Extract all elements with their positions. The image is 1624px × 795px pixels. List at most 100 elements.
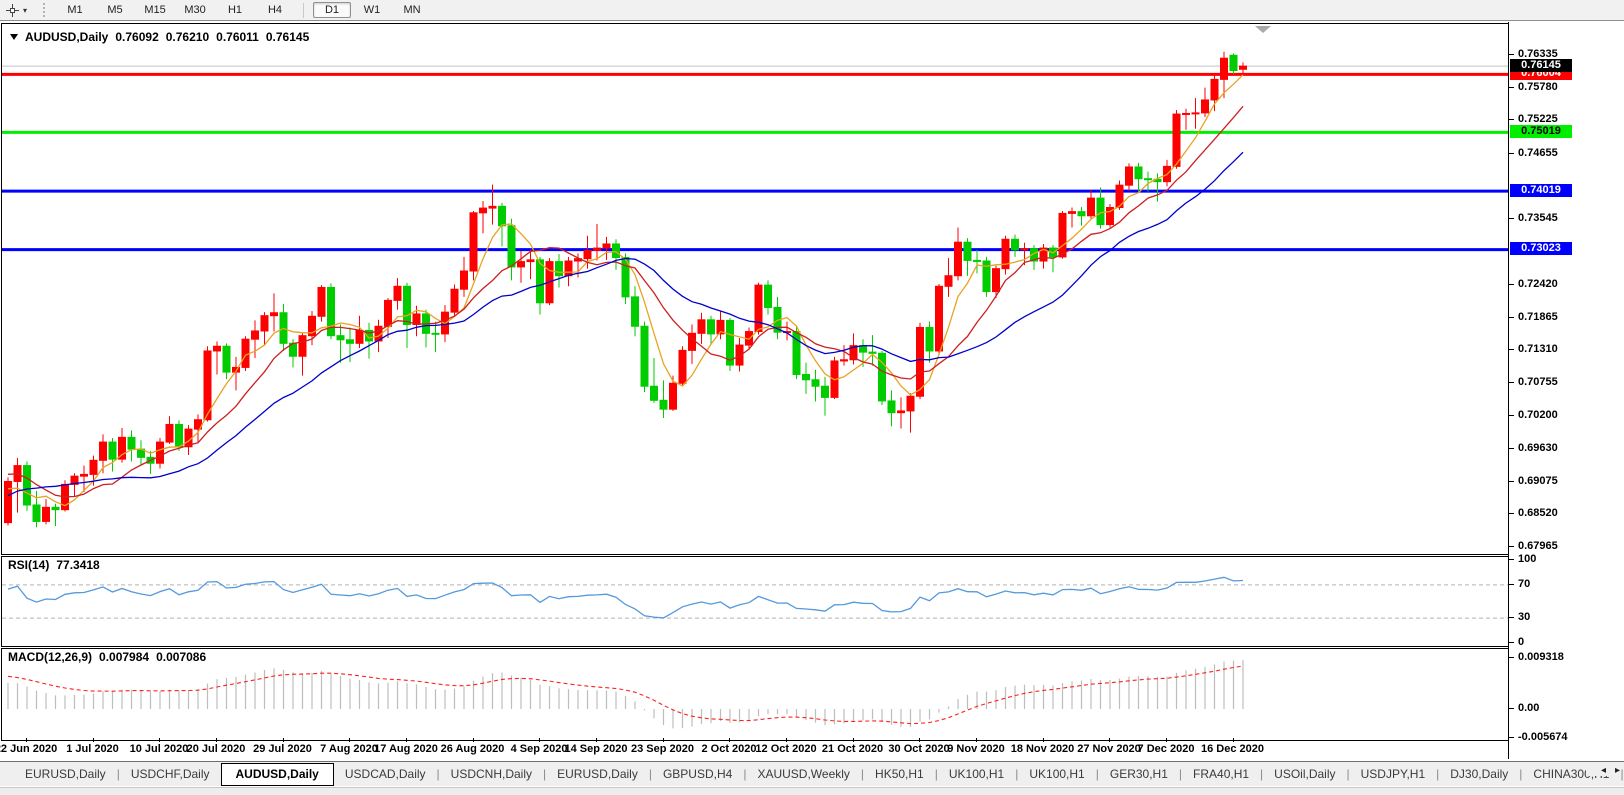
date-label: 20 Jul 2020 <box>186 743 246 755</box>
timeframe-m5-button[interactable]: M5 <box>96 2 134 18</box>
date-tick <box>472 738 474 742</box>
tab-usdjpy-h1[interactable]: USDJPY,H1 <box>1350 764 1436 784</box>
price-tick-label: 0.73545 <box>1518 211 1558 224</box>
axis-tick <box>1509 708 1514 709</box>
axis-tick <box>1509 583 1514 585</box>
top-toolbar: ▾ M1 M5 M15 M30 H1 H4 D1 W1 MN <box>0 0 1624 21</box>
rsi-header: RSI(14) 77.3418 <box>8 558 100 572</box>
toolbar-grip <box>43 3 48 17</box>
timeframe-d1-button[interactable]: D1 <box>313 2 352 18</box>
date-label: 22 Jun 2020 <box>0 743 58 755</box>
symbol-tabs: EURUSD,Daily | USDCHF,Daily AUDUSD,Daily USD… <box>0 761 1624 786</box>
timeframe-m1-button[interactable]: M1 <box>56 2 94 18</box>
date-tick <box>406 738 407 742</box>
ohlc-low: 0.76011 <box>216 30 259 44</box>
tab-fra40-h1[interactable]: FRA40,H1 <box>1182 764 1260 784</box>
tab-dj30-daily[interactable]: DJ30,Daily <box>1439 764 1519 784</box>
timeframe-mn-button[interactable]: MN <box>393 2 431 18</box>
axis-tick <box>1509 414 1514 416</box>
timeframe-h1-button[interactable]: H1 <box>216 2 254 18</box>
status-bar <box>0 787 1624 795</box>
timeframe-h4-button[interactable]: H4 <box>256 2 294 18</box>
rsi-panel[interactable] <box>1 556 1509 647</box>
price-tick-label: 0.70200 <box>1518 408 1558 421</box>
candlestick-chart[interactable] <box>2 24 1508 554</box>
tab-scroll-left-icon[interactable]: ◂ <box>1601 765 1606 776</box>
price-chart-panel[interactable] <box>1 23 1509 555</box>
date-tick <box>662 738 664 742</box>
timeframe-m30-button[interactable]: M30 <box>176 2 214 18</box>
axis-tick <box>1509 284 1514 286</box>
tab-usoil-daily[interactable]: USOil,Daily <box>1263 764 1346 784</box>
tab-usdcad-daily[interactable]: USDCAD,Daily <box>334 764 437 784</box>
tab-uk100-h1[interactable]: UK100,H1 <box>1018 764 1095 784</box>
date-label: 16 Dec 2020 <box>1201 743 1264 755</box>
axis-tick <box>1509 480 1514 482</box>
price-tick-label: 0.71865 <box>1518 310 1558 323</box>
date-label: 7 Dec 2020 <box>1137 743 1195 755</box>
rsi-line <box>7 576 1244 619</box>
tab-usdchf-daily[interactable]: USDCHF,Daily <box>120 764 221 784</box>
crosshair-icon[interactable] <box>6 3 19 17</box>
rsi-tick-label: 100 <box>1518 553 1537 565</box>
date-tick <box>919 738 920 742</box>
rsi-tick-label: 30 <box>1518 611 1531 624</box>
tab-usdcnh-daily[interactable]: USDCNH,Daily <box>440 764 543 784</box>
rsi-value: 77.3418 <box>56 558 100 572</box>
axis-tick <box>1509 53 1514 55</box>
tab-uk100-h1[interactable]: UK100,H1 <box>938 764 1015 784</box>
axis-tick <box>1509 546 1514 547</box>
current-price-badge: 0.76145 <box>1510 58 1572 72</box>
date-tick <box>159 738 160 742</box>
chart-shift-icon[interactable] <box>1255 26 1271 33</box>
tab-ger30-h1[interactable]: GER30,H1 <box>1099 764 1179 784</box>
ohlc-high: 0.76210 <box>165 30 210 44</box>
candles-layer <box>4 51 1247 528</box>
macd-chart[interactable] <box>2 649 1508 740</box>
macd-label: MACD(12,26,9) <box>8 650 93 664</box>
chevron-down-icon[interactable]: ▾ <box>23 6 27 15</box>
rsi-tick-label: 70 <box>1518 577 1531 590</box>
tab-scroll-right-icon[interactable]: ▸ <box>1615 765 1620 776</box>
timeframe-m15-button[interactable]: M15 <box>136 2 174 18</box>
axis-tick <box>1509 152 1514 154</box>
date-tick <box>349 738 350 742</box>
date-tick <box>1042 738 1044 742</box>
date-label: 12 Oct 2020 <box>755 743 817 755</box>
price-tick-label: 0.69075 <box>1518 474 1558 487</box>
axis-tick <box>1509 119 1514 121</box>
tab-eurusd-daily[interactable]: EURUSD,Daily <box>546 764 649 784</box>
date-label: 4 Sep 2020 <box>510 743 568 755</box>
date-tick <box>729 738 730 742</box>
date-label: 23 Sep 2020 <box>631 743 694 755</box>
chart-title: AUDUSD,Daily 0.76092 0.76210 0.76011 0.7… <box>10 30 309 44</box>
timeframe-w1-button[interactable]: W1 <box>353 2 391 18</box>
macd-signal-line <box>7 665 1244 725</box>
axis-tick <box>1509 448 1514 450</box>
axis-tick <box>1509 559 1514 560</box>
axis-tick <box>1509 513 1514 515</box>
price-tick-label: 0.75225 <box>1518 113 1558 126</box>
date-label: 1 Jul 2020 <box>66 743 119 755</box>
axis-tick <box>1509 217 1514 219</box>
axis-tick <box>1509 86 1514 88</box>
rsi-chart[interactable] <box>2 557 1508 646</box>
tab-eurusd-daily[interactable]: EURUSD,Daily <box>14 764 117 784</box>
date-label: 14 Sep 2020 <box>564 743 628 755</box>
symbol-dropdown-icon[interactable] <box>10 34 18 40</box>
price-tick-label: 0.72420 <box>1518 278 1558 291</box>
price-tick-label: 0.67965 <box>1518 540 1558 552</box>
date-tick <box>786 738 787 742</box>
hline-price-badge: 0.74019 <box>1510 183 1572 197</box>
tab-gbpusd-h4[interactable]: GBPUSD,H4 <box>652 764 743 784</box>
date-tick <box>92 738 94 742</box>
axis-tick <box>1509 316 1514 318</box>
tab-audusd-daily[interactable]: AUDUSD,Daily <box>220 762 334 786</box>
tab-xauusd-weekly[interactable]: XAUUSD,Weekly <box>746 764 860 784</box>
date-label: 29 Jul 2020 <box>253 743 312 755</box>
macd-panel[interactable] <box>1 648 1509 741</box>
tab-hk50-h1[interactable]: HK50,H1 <box>864 764 935 784</box>
price-tick-label: 0.71310 <box>1518 343 1558 356</box>
hline-price-badge: 0.75019 <box>1510 124 1572 138</box>
date-tick <box>1109 738 1110 742</box>
